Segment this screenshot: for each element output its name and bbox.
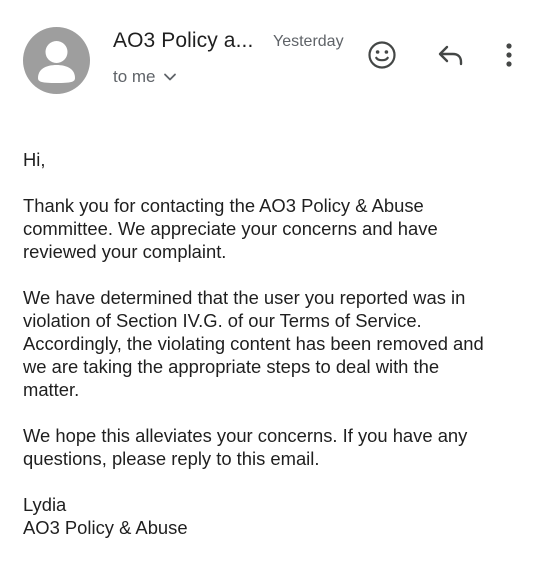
email-body: Hi, Thank you for contacting the AO3 Pol…	[23, 148, 523, 539]
recipient-label: to me	[113, 67, 156, 86]
more-options-button[interactable]	[489, 35, 529, 75]
more-vertical-icon	[506, 43, 512, 67]
sender-name[interactable]: AO3 Policy a...	[113, 29, 253, 53]
reply-button[interactable]	[430, 35, 470, 75]
person-avatar-icon	[38, 41, 75, 83]
reply-arrow-icon	[438, 45, 463, 66]
chevron-down-icon	[163, 73, 176, 81]
smiley-emoji-icon	[368, 41, 396, 69]
sender-avatar[interactable]	[23, 27, 90, 94]
body-paragraph: We have determined that the user you rep…	[23, 287, 484, 400]
body-paragraph: Thank you for contacting the AO3 Policy …	[23, 195, 438, 262]
recipient-details-toggle[interactable]: to me	[113, 67, 178, 87]
signature: Lydia AO3 Policy & Abuse	[23, 494, 188, 538]
email-header: AO3 Policy a... Yesterday to me	[0, 0, 540, 110]
add-reaction-button[interactable]	[362, 35, 402, 75]
body-paragraph: We hope this alleviates your concerns. I…	[23, 425, 468, 469]
greeting: Hi,	[23, 149, 46, 170]
email-date: Yesterday	[273, 33, 344, 50]
